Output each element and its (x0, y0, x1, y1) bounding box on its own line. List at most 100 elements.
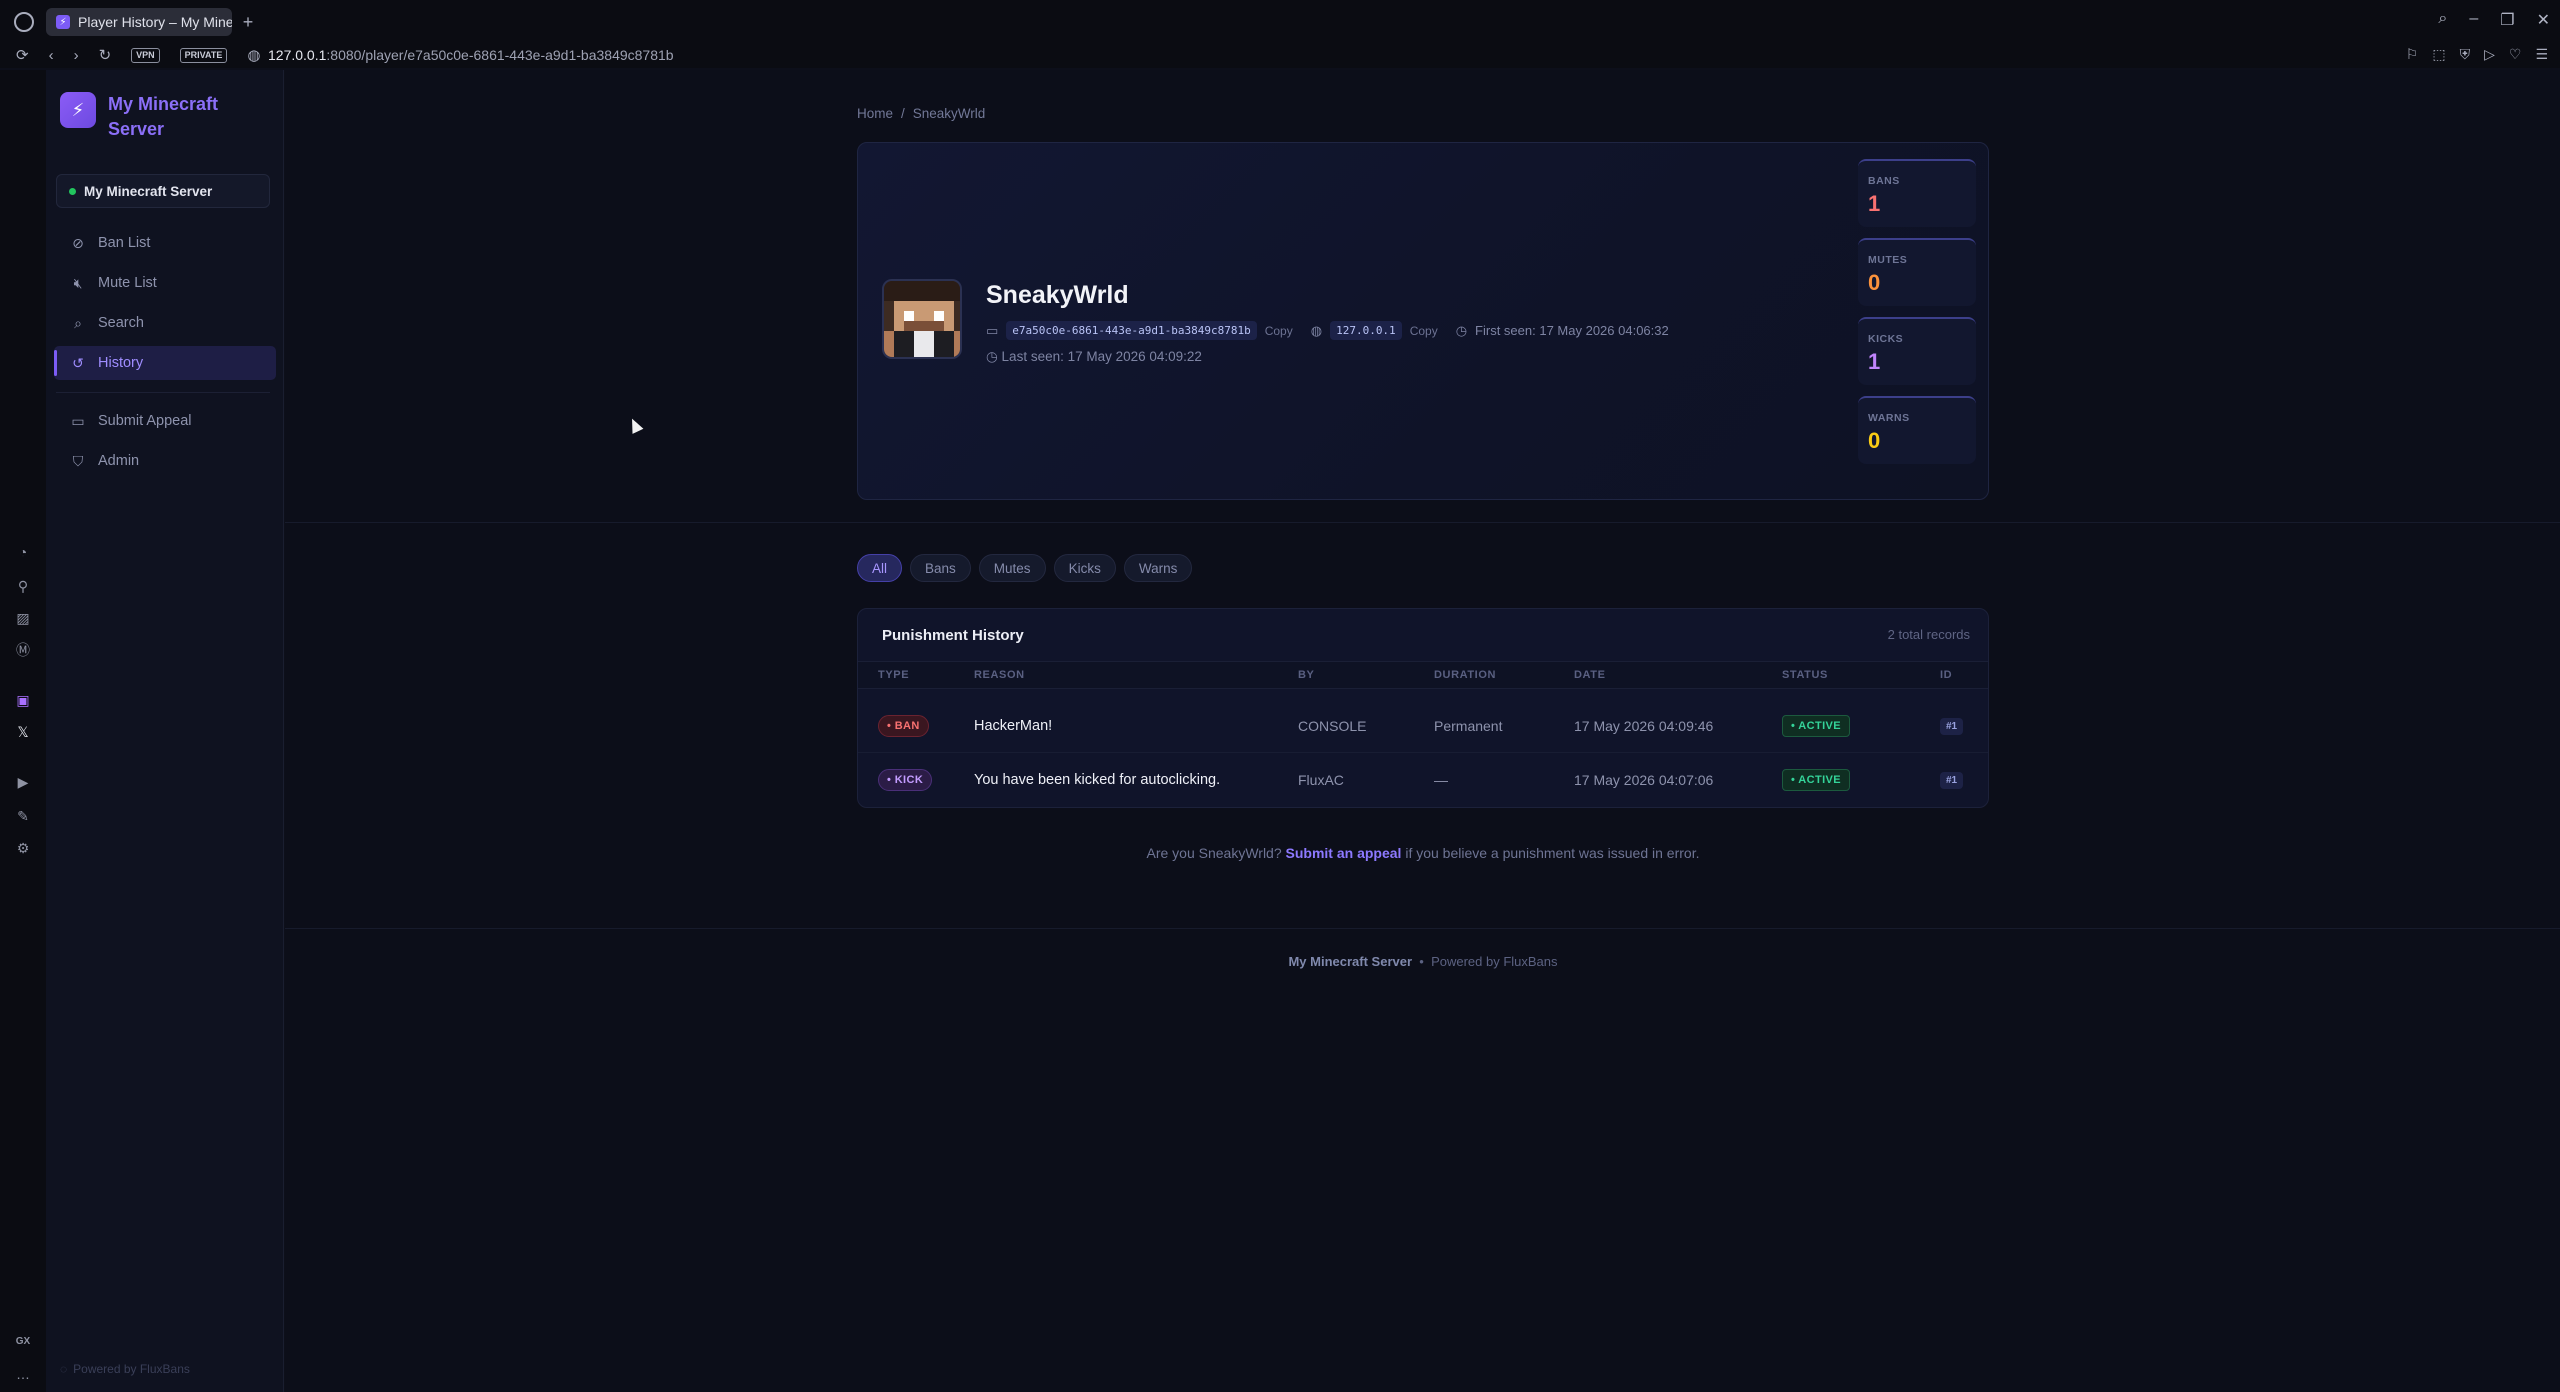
snapshot-icon[interactable]: ⬚ (2432, 46, 2445, 63)
heart-icon[interactable]: ♡ (2509, 46, 2522, 63)
filter-all[interactable]: All (857, 554, 903, 582)
menu-icon[interactable]: ☰ (2535, 46, 2548, 63)
filter-warns[interactable]: Warns (1123, 554, 1193, 582)
row-by: FluxAC (1298, 772, 1344, 788)
vpn-badge[interactable]: VPN (131, 47, 160, 63)
sidebar-item-ban-list[interactable]: ⊘ Ban List (54, 226, 276, 260)
stat-mutes: MUTES 0 (1858, 238, 1976, 306)
col-date: DATE (1574, 669, 1606, 681)
online-dot-icon (69, 187, 76, 195)
table-title: Punishment History (882, 627, 1024, 644)
col-type: TYPE (878, 669, 910, 681)
row-reason: You have been kicked for autoclicking. (974, 772, 1221, 788)
sidebar-item-admin[interactable]: ⛉ Admin (54, 444, 276, 478)
shield-toolbar-icon[interactable]: ⛨ (2460, 46, 2471, 63)
first-seen: First seen: 17 May 2026 04:06:32 (1475, 323, 1669, 338)
bolt-logo-icon: ⚡ (60, 92, 96, 128)
col-status: STATUS (1782, 669, 1828, 681)
settings-icon[interactable]: ⚙ (13, 838, 33, 858)
gx-icon[interactable]: GX (13, 1332, 33, 1352)
type-badge-ban: • BAN (878, 715, 929, 737)
sidebar-item-search[interactable]: ⌕ Search (54, 306, 276, 340)
new-tab-icon[interactable]: + (238, 12, 258, 32)
sidebar-item-history[interactable]: ↺ History (54, 346, 276, 380)
globe-icon: ◍ (1310, 322, 1323, 338)
reload-side-icon[interactable]: ⟳ (16, 46, 29, 64)
brand[interactable]: ⚡ My Minecraft Server (60, 92, 248, 142)
server-selector[interactable]: My Minecraft Server (56, 174, 270, 208)
footer-divider (285, 928, 2560, 929)
x-icon[interactable]: 𝕏 (13, 722, 33, 742)
tab-title: Player History – My Minec (78, 14, 232, 30)
search-icon: ⌕ (74, 314, 82, 331)
app-sidebar: ⚡ My Minecraft Server My Minecraft Serve… (46, 70, 284, 1392)
filter-mutes[interactable]: Mutes (978, 554, 1046, 582)
col-by: BY (1298, 669, 1315, 681)
last-seen-row: ◷ Last seen: 17 May 2026 04:09:22 (986, 349, 1202, 365)
minimize-icon[interactable]: – (2469, 10, 2478, 30)
clock-icon: ◷ (1455, 322, 1468, 338)
bookmark-icon[interactable]: ⚐ (2406, 46, 2419, 63)
copy-uuid-button[interactable]: Copy (1265, 324, 1293, 338)
player-icon[interactable]: ▶ (13, 772, 33, 792)
browser-tab[interactable]: ⚡ Player History – My Minec (46, 8, 232, 36)
status-badge: • ACTIVE (1782, 715, 1851, 737)
section-divider (285, 522, 2560, 523)
breadcrumb-home[interactable]: Home (857, 106, 893, 121)
row-id[interactable]: #1 (1940, 771, 1964, 789)
appeal-prompt: Are you SneakyWrld? Submit an appeal if … (1146, 845, 1700, 861)
sidebar-item-mute-list[interactable]: 🔇︎ Mute List (54, 266, 276, 300)
twitch-icon[interactable]: ▣ (13, 690, 33, 710)
speed-dial-icon[interactable]: ◔ (13, 542, 33, 562)
col-duration: DURATION (1434, 669, 1497, 681)
sidebar-item-submit-appeal[interactable]: ▭ Submit Appeal (54, 404, 276, 438)
main-content: Home / SneakyWrld SneakyWrld ▭ e7a50c0e-68… (285, 70, 2560, 1392)
table-row[interactable]: • KICK You have been kicked for autoclic… (858, 753, 1988, 807)
footer-brand: My Minecraft Server (1288, 954, 1413, 969)
submit-appeal-link[interactable]: Submit an appeal (1286, 845, 1402, 861)
close-icon[interactable]: ✕ (2537, 10, 2550, 30)
copy-ip-button[interactable]: Copy (1410, 324, 1438, 338)
monitor-icon: ▭ (986, 322, 999, 338)
forward-icon[interactable]: › (74, 47, 79, 64)
opera-logo-icon[interactable] (14, 12, 34, 32)
browser-side-rail: ◔ ⚲ ▨ Ⓜ ▣ 𝕏 ▶ ✎ ⚙ GX … (0, 70, 46, 1392)
ai-icon[interactable]: ⚲ (13, 576, 33, 596)
search-tabs-icon[interactable]: ⌕ (2438, 10, 2447, 30)
filter-bans[interactable]: Bans (910, 554, 971, 582)
col-reason: REASON (974, 669, 1025, 681)
browser-tabbar: ⚡ Player History – My Minec + ⌕ – ❐ ✕ (0, 0, 2560, 44)
row-duration: — (1434, 772, 1448, 788)
brand-name: My Minecraft Server (108, 94, 219, 139)
row-id[interactable]: #1 (1940, 717, 1964, 735)
url-field[interactable]: 127.0.0.1:8080/player/e7a50c0e-6861-443e… (268, 44, 674, 66)
row-date: 17 May 2026 04:09:46 (1574, 718, 1714, 734)
more-icon[interactable]: … (13, 1364, 33, 1384)
mail-icon[interactable]: Ⓜ (13, 640, 33, 660)
shield-icon: ⛉ (72, 452, 84, 469)
player-meta: ▭ e7a50c0e-6861-443e-a9d1-ba3849c8781b C… (986, 321, 1669, 340)
punishment-history-table: Punishment History 2 total records TYPE … (857, 608, 1989, 808)
flow-icon[interactable]: ▨ (13, 608, 33, 628)
server-name: My Minecraft Server (84, 183, 213, 199)
stat-kicks: KICKS 1 (1858, 317, 1976, 385)
table-count: 2 total records (1887, 627, 1970, 642)
extensions-icon[interactable]: ✎ (13, 806, 33, 826)
ban-icon: ⊘ (72, 234, 84, 251)
stat-warns: WARNS 0 (1858, 396, 1976, 464)
row-reason: HackerMan! (974, 718, 1053, 734)
table-row[interactable]: • BAN HackerMan! CONSOLE Permanent 17 Ma… (858, 699, 1988, 753)
restore-icon[interactable]: ❐ (2500, 10, 2514, 30)
send-icon[interactable]: ▷ (2484, 46, 2495, 63)
bolt-icon: ⚡ (56, 15, 70, 29)
clock-icon: ◷ (986, 349, 998, 364)
sidebar-footer: ◌ Powered by FluxBans (60, 1362, 190, 1376)
sidebar-divider (56, 392, 270, 393)
uuid-value: e7a50c0e-6861-443e-a9d1-ba3849c8781b (1006, 321, 1257, 340)
player-name: SneakyWrld (986, 281, 1129, 309)
reload-icon[interactable]: ↻ (99, 46, 112, 64)
back-icon[interactable]: ‹ (49, 47, 54, 64)
filter-kicks[interactable]: Kicks (1053, 554, 1116, 582)
footer-powered: Powered by FluxBans (1431, 954, 1558, 969)
player-profile-card: SneakyWrld ▭ e7a50c0e-6861-443e-a9d1-ba3… (857, 142, 1989, 500)
